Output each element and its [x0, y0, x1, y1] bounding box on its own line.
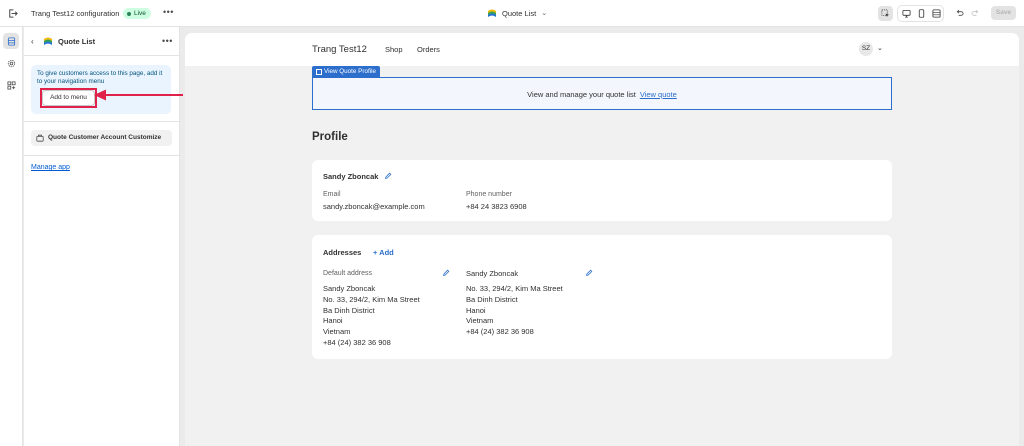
chevron-down-icon: ⌄	[541, 10, 548, 17]
manage-app-link[interactable]: Manage app	[31, 164, 70, 171]
address-line: Sandy Zboncak	[323, 284, 376, 293]
quote-app-icon	[488, 9, 496, 17]
save-button[interactable]: Save	[991, 6, 1016, 20]
add-address-button[interactable]: + Add	[373, 248, 394, 257]
nav-link-shop[interactable]: Shop	[385, 45, 403, 54]
second-address-lines: No. 33, 294/2, Kim Ma Street Ba Dinh Dis…	[466, 284, 563, 338]
undo-icon	[956, 9, 964, 16]
inspector-toggle-button[interactable]	[878, 6, 893, 21]
page-selector[interactable]: Quote List ⌄	[487, 6, 547, 20]
address-line: Ba Dinh District	[323, 305, 375, 315]
profile-heading: Profile	[312, 131, 348, 143]
profile-card: Sandy Zboncak Email sandy.zboncak@exampl…	[312, 160, 892, 221]
second-address-name: Sandy Zboncak	[466, 269, 519, 278]
nav-link-orders[interactable]: Orders	[417, 45, 440, 54]
email-value: sandy.zboncak@example.com	[323, 202, 425, 211]
navigation-info-text: To give customers access to this page, a…	[37, 70, 163, 85]
undo-button[interactable]	[952, 6, 967, 21]
page-selector-label: Quote List	[502, 8, 537, 18]
store-config-title: Trang Test12 configuration	[31, 9, 120, 18]
address-line: No. 33, 294/2, Kim Ma Street	[466, 284, 563, 293]
quote-profile-block[interactable]: View and manage your quote list View quot…	[312, 77, 892, 110]
email-label: Email	[323, 191, 341, 198]
address-line: No. 33, 294/2, Kim Ma Street	[323, 294, 420, 304]
divider	[24, 121, 180, 122]
avatar[interactable]: SZ	[859, 42, 873, 56]
editor-left-rail	[0, 27, 23, 446]
addresses-card: Addresses + Add Default address Sandy Zb…	[312, 235, 892, 359]
exit-icon[interactable]	[7, 8, 18, 19]
storefront-preview: Trang Test12 Shop Orders SZ ⌄ View Quote…	[185, 33, 1019, 446]
back-chevron-icon[interactable]: ‹	[31, 37, 34, 46]
store-header: Trang Test12 Shop Orders SZ ⌄	[185, 33, 1019, 66]
select-cursor-icon	[881, 9, 890, 18]
app-embeds-rail-button[interactable]	[3, 77, 19, 93]
sections-rail-button[interactable]	[3, 33, 19, 49]
store-name[interactable]: Trang Test12	[312, 44, 367, 55]
chevron-down-icon[interactable]: ⌄	[877, 44, 883, 52]
address-line: +84 (24) 382 36 908	[466, 327, 534, 337]
quote-customer-account-block[interactable]: Quote Customer Account Customize	[31, 130, 172, 146]
live-status-badge: Live	[123, 8, 151, 19]
redo-icon	[971, 9, 979, 16]
quote-app-icon	[44, 37, 52, 45]
quote-profile-block-tag[interactable]: View Quote Profile	[312, 66, 381, 77]
edit-pencil-icon[interactable]	[585, 269, 593, 277]
mobile-preview-button[interactable]	[914, 6, 929, 21]
mobile-icon	[918, 9, 925, 18]
editor-top-bar: Trang Test12 configuration Live ••• Quot…	[0, 0, 1024, 27]
desktop-preview-button[interactable]	[899, 6, 914, 21]
fullscreen-preview-button[interactable]	[929, 6, 944, 21]
block-icon	[36, 134, 44, 142]
address-line: Hanoi	[323, 316, 343, 326]
apps-icon	[6, 80, 16, 90]
redo-button[interactable]	[968, 6, 983, 21]
quote-profile-text-row: View and manage your quote list View quot…	[313, 90, 891, 99]
panel-more-button[interactable]: •••	[162, 36, 173, 46]
more-actions-button[interactable]: •••	[163, 7, 174, 17]
panel-title: Quote List	[58, 37, 96, 46]
block-label: Quote Customer Account Customize	[48, 134, 162, 141]
addresses-heading: Addresses	[323, 248, 362, 257]
default-address-lines: Sandy Zboncak No. 33, 294/2, Kim Ma Stre…	[323, 284, 420, 349]
fullscreen-icon	[932, 9, 941, 18]
address-line: Vietnam	[323, 327, 351, 337]
desktop-icon	[902, 9, 911, 18]
view-quote-link[interactable]: View quote	[640, 90, 677, 99]
phone-value: +84 24 3823 6908	[466, 202, 527, 211]
edit-pencil-icon[interactable]	[442, 269, 450, 277]
gear-icon	[7, 59, 15, 67]
edit-pencil-icon[interactable]	[384, 172, 392, 180]
divider	[24, 55, 180, 56]
theme-settings-rail-button[interactable]	[3, 55, 19, 71]
customer-name: Sandy Zboncak	[323, 172, 379, 181]
sections-icon	[7, 36, 15, 46]
default-address-label: Default address	[323, 270, 373, 277]
address-line: +84 (24) 382 36 908	[323, 337, 391, 347]
divider	[24, 155, 180, 156]
phone-label: Phone number	[466, 191, 512, 198]
annotation-highlight-box	[40, 88, 97, 108]
quote-profile-text: View and manage your quote list	[527, 90, 636, 99]
address-line: Hanoi	[466, 305, 486, 315]
address-line: Vietnam	[466, 316, 494, 326]
address-line: Ba Dinh District	[466, 294, 518, 304]
annotation-arrow-icon	[94, 89, 183, 101]
